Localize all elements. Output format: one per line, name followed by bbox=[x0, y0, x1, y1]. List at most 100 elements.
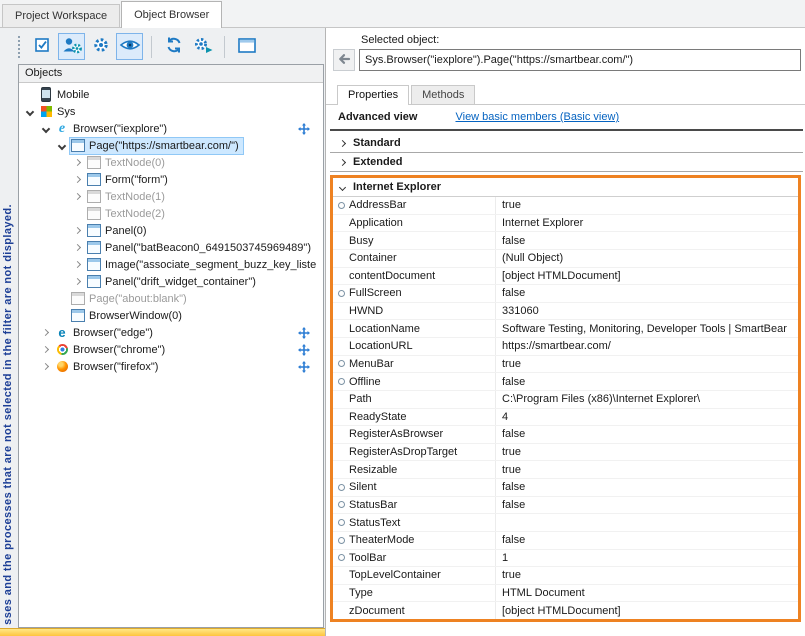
tree-item[interactable]: Image("associate_segment_buzz_key_liste bbox=[85, 256, 321, 274]
tree-row[interactable]: Panel("drift_widget_container") bbox=[19, 273, 323, 290]
tree-item-label: Panel("batBeacon0_6491503745969489") bbox=[105, 242, 311, 254]
tree-row[interactable]: Browser("iexplore") bbox=[19, 120, 323, 137]
property-row[interactable]: Silent false bbox=[333, 479, 798, 497]
show-processes-button[interactable] bbox=[58, 33, 85, 60]
property-row[interactable]: RegisterAsBrowser false bbox=[333, 426, 798, 444]
property-row[interactable]: MenuBar true bbox=[333, 356, 798, 374]
tree-row[interactable]: BrowserWindow(0) bbox=[19, 307, 323, 324]
expander-icon[interactable] bbox=[70, 228, 85, 233]
property-row[interactable]: TheaterMode false bbox=[333, 532, 798, 550]
section-internet-explorer[interactable]: Internet Explorer bbox=[333, 178, 798, 197]
property-name: StatusBar bbox=[349, 499, 495, 511]
tree-item[interactable]: Panel("batBeacon0_6491503745969489") bbox=[85, 239, 316, 257]
tab-object-browser[interactable]: Object Browser bbox=[121, 1, 222, 28]
tree-item[interactable]: TextNode(2) bbox=[85, 205, 170, 223]
property-row[interactable]: Offline false bbox=[333, 373, 798, 391]
tab-properties[interactable]: Properties bbox=[337, 85, 409, 105]
property-row[interactable]: Busy false bbox=[333, 232, 798, 250]
tree-row[interactable]: TextNode(2) bbox=[19, 205, 323, 222]
selected-object-value-field[interactable]: Sys.Browser("iexplore").Page("https://sm… bbox=[359, 49, 801, 71]
tree-item-label: Browser("iexplore") bbox=[73, 123, 167, 135]
property-row[interactable]: TopLevelContainer true bbox=[333, 567, 798, 585]
tree-item[interactable]: TextNode(0) bbox=[85, 154, 170, 172]
tree-row[interactable]: Browser("edge") bbox=[19, 324, 323, 341]
expander-icon[interactable] bbox=[70, 194, 85, 199]
tab-project-workspace[interactable]: Project Workspace bbox=[2, 4, 120, 27]
tree-item-label: Page("about:blank") bbox=[89, 293, 187, 305]
tree-row[interactable]: Page("https://smartbear.com/") bbox=[19, 137, 323, 154]
tree-row[interactable]: TextNode(0) bbox=[19, 154, 323, 171]
tree-item[interactable]: Browser("iexplore") bbox=[53, 120, 172, 138]
property-row[interactable]: Container (Null Object) bbox=[333, 250, 798, 268]
property-value: false bbox=[495, 497, 798, 514]
tree-item[interactable]: Form("form") bbox=[85, 171, 173, 189]
property-row[interactable]: RegisterAsDropTarget true bbox=[333, 444, 798, 462]
checklist-button[interactable] bbox=[29, 33, 56, 60]
refresh-button[interactable] bbox=[160, 33, 187, 60]
tree-item[interactable]: Sys bbox=[37, 103, 80, 121]
property-value: true bbox=[495, 444, 798, 461]
basic-view-link[interactable]: View basic members (Basic view) bbox=[455, 111, 619, 123]
property-row[interactable]: Resizable true bbox=[333, 461, 798, 479]
expander-icon[interactable] bbox=[38, 347, 53, 352]
tree-row[interactable]: Panel(0) bbox=[19, 222, 323, 239]
run-settings-button[interactable] bbox=[189, 33, 216, 60]
property-row[interactable]: ReadyState 4 bbox=[333, 409, 798, 427]
property-row[interactable]: Path C:\Program Files (x86)\Internet Exp… bbox=[333, 391, 798, 409]
tree-row[interactable]: Browser("firefox") bbox=[19, 358, 323, 375]
property-row[interactable]: LocationName Software Testing, Monitorin… bbox=[333, 320, 798, 338]
property-row[interactable]: StatusBar false bbox=[333, 497, 798, 515]
tree-item[interactable]: Page("https://smartbear.com/") bbox=[69, 137, 244, 155]
tree-row[interactable]: Image("associate_segment_buzz_key_liste bbox=[19, 256, 323, 273]
tree-item[interactable]: Browser("chrome") bbox=[53, 341, 170, 359]
expander-icon[interactable] bbox=[22, 109, 37, 115]
property-row[interactable]: zDocument [object HTMLDocument] bbox=[333, 602, 798, 619]
section-extended[interactable]: Extended bbox=[330, 153, 803, 172]
settings-button[interactable] bbox=[87, 33, 114, 60]
expander-icon[interactable] bbox=[38, 364, 53, 369]
tree-row[interactable]: TextNode(1) bbox=[19, 188, 323, 205]
toolbar-grip[interactable] bbox=[18, 36, 23, 58]
expander-icon[interactable] bbox=[70, 279, 85, 284]
section-standard[interactable]: Standard bbox=[330, 134, 803, 153]
tree-item[interactable]: BrowserWindow(0) bbox=[69, 307, 187, 325]
tree-row[interactable]: Sys bbox=[19, 103, 323, 120]
tree-item[interactable]: Page("about:blank") bbox=[69, 290, 192, 308]
tree-row[interactable]: Browser("chrome") bbox=[19, 341, 323, 358]
tree-row[interactable]: Page("about:blank") bbox=[19, 290, 323, 307]
tab-methods[interactable]: Methods bbox=[411, 85, 475, 104]
tree-row[interactable]: Mobile bbox=[19, 86, 323, 103]
property-row[interactable]: Application Internet Explorer bbox=[333, 215, 798, 233]
property-row[interactable]: HWND 331060 bbox=[333, 303, 798, 321]
expander-icon[interactable] bbox=[70, 262, 85, 267]
property-row[interactable]: LocationURL https://smartbear.com/ bbox=[333, 338, 798, 356]
tree-row[interactable]: Form("form") bbox=[19, 171, 323, 188]
property-name: TheaterMode bbox=[349, 534, 495, 546]
property-row[interactable]: AddressBar true bbox=[333, 197, 798, 215]
property-row[interactable]: StatusText bbox=[333, 514, 798, 532]
tree-item[interactable]: Panel("drift_widget_container") bbox=[85, 273, 261, 291]
window-button[interactable] bbox=[233, 33, 260, 60]
tree-row[interactable]: Panel("batBeacon0_6491503745969489") bbox=[19, 239, 323, 256]
expander-icon[interactable] bbox=[70, 160, 85, 165]
tree-item[interactable]: Browser("edge") bbox=[53, 324, 158, 342]
tree-item-label: Image("associate_segment_buzz_key_liste bbox=[105, 259, 316, 271]
property-row[interactable]: Type HTML Document bbox=[333, 585, 798, 603]
tree-item[interactable]: Panel(0) bbox=[85, 222, 152, 240]
tree-item[interactable]: Browser("firefox") bbox=[53, 358, 163, 376]
property-row[interactable]: ToolBar 1 bbox=[333, 550, 798, 568]
property-row[interactable]: contentDocument [object HTMLDocument] bbox=[333, 268, 798, 286]
back-button[interactable] bbox=[333, 49, 355, 71]
tree-item[interactable]: Mobile bbox=[37, 86, 94, 104]
expander-icon[interactable] bbox=[70, 177, 85, 182]
property-name: contentDocument bbox=[349, 270, 495, 282]
expander-icon[interactable] bbox=[54, 143, 69, 149]
property-grid: AddressBar true Application Internet Exp… bbox=[333, 197, 798, 619]
expander-icon[interactable] bbox=[38, 126, 53, 132]
node-icon bbox=[87, 275, 101, 289]
tree-item[interactable]: TextNode(1) bbox=[85, 188, 170, 206]
expander-icon[interactable] bbox=[38, 330, 53, 335]
watch-button[interactable] bbox=[116, 33, 143, 60]
property-row[interactable]: FullScreen false bbox=[333, 285, 798, 303]
expander-icon[interactable] bbox=[70, 245, 85, 250]
